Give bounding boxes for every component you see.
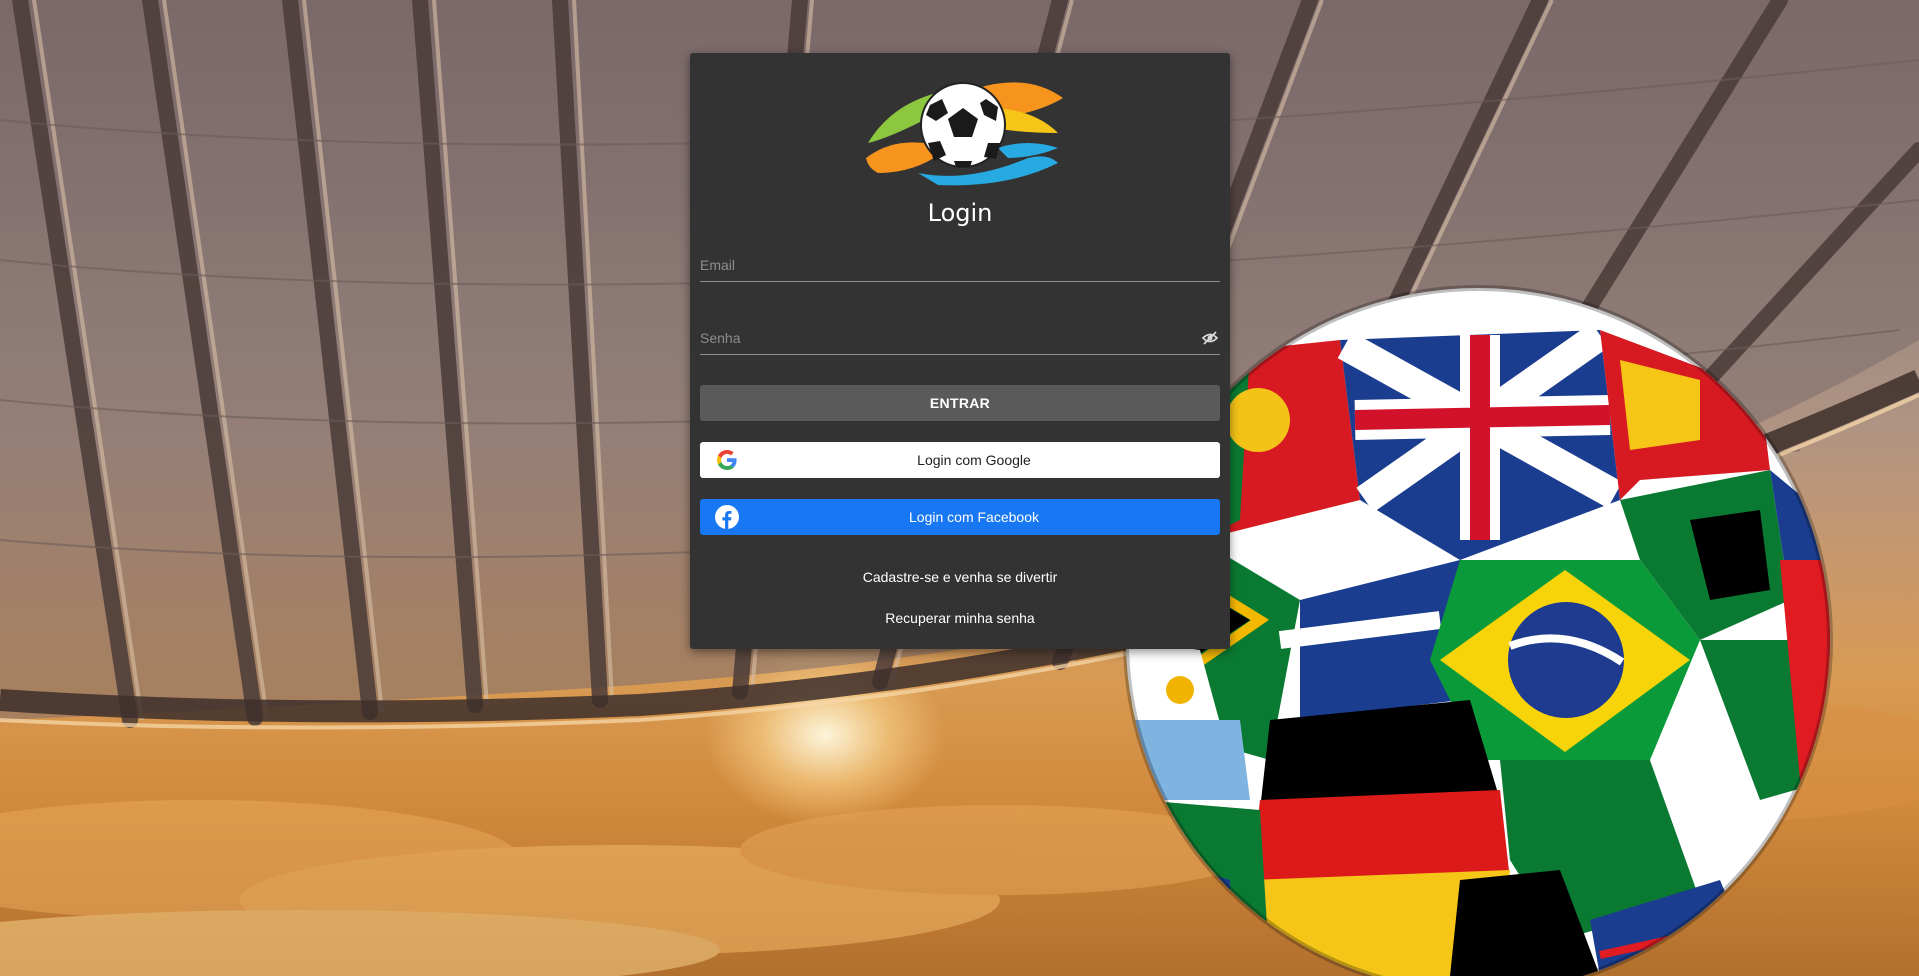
page-title: Login xyxy=(927,199,993,227)
facebook-login-button[interactable]: Login com Facebook xyxy=(700,499,1220,535)
google-login-button[interactable]: Login com Google xyxy=(700,442,1220,478)
login-card: Login ENTRAR Login com Google Login com … xyxy=(690,53,1230,649)
recover-password-link[interactable]: Recuperar minha senha xyxy=(690,610,1230,626)
google-button-label: Login com Google xyxy=(917,452,1031,468)
enter-button-label: ENTRAR xyxy=(929,395,991,411)
signup-link[interactable]: Cadastre-se e venha se divertir xyxy=(690,569,1230,585)
soccer-ball-logo xyxy=(866,82,1063,186)
password-input[interactable] xyxy=(700,324,1194,352)
google-icon xyxy=(717,450,737,470)
email-input[interactable] xyxy=(700,251,1194,279)
email-field xyxy=(700,251,1220,282)
password-field xyxy=(700,324,1220,355)
enter-button[interactable]: ENTRAR xyxy=(700,385,1220,421)
eye-off-icon[interactable] xyxy=(1202,330,1218,346)
facebook-icon xyxy=(715,505,739,529)
facebook-button-label: Login com Facebook xyxy=(909,509,1039,525)
